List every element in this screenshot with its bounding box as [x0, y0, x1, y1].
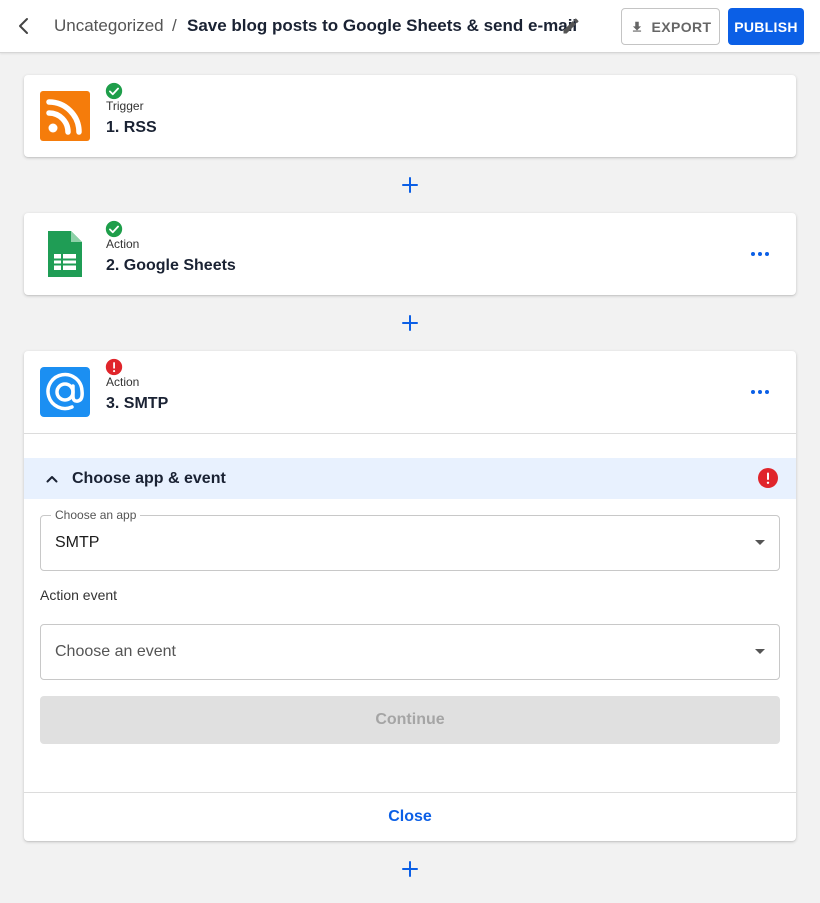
- choose-app-event-section-toggle[interactable]: Choose app & event: [24, 458, 796, 499]
- google-sheets-icon: [48, 231, 82, 277]
- step-name: 2. Google Sheets: [106, 257, 236, 274]
- more-options-icon[interactable]: [748, 244, 772, 264]
- more-options-icon[interactable]: [748, 382, 772, 402]
- section-title: Choose app & event: [72, 469, 226, 487]
- event-select[interactable]: Choose an event: [40, 624, 780, 680]
- step-header-smtp[interactable]: Action 3. SMTP: [24, 351, 796, 433]
- step-type-label: Trigger: [106, 99, 144, 113]
- step-name: 1. RSS: [106, 119, 157, 136]
- error-exclamation-icon: [758, 468, 778, 488]
- add-step-plus-icon[interactable]: [398, 857, 422, 881]
- step-card-rss[interactable]: Trigger 1. RSS: [24, 75, 796, 157]
- rss-icon: [40, 91, 90, 141]
- continue-button[interactable]: Continue: [40, 696, 780, 744]
- export-button[interactable]: EXPORT: [621, 8, 720, 45]
- divider: [24, 433, 796, 434]
- chevron-up-icon: [46, 475, 58, 482]
- breadcrumb-parent[interactable]: Uncategorized: [54, 16, 164, 36]
- breadcrumb-separator: /: [172, 16, 177, 35]
- action-event-label: Action event: [40, 587, 118, 603]
- export-label: EXPORT: [651, 18, 712, 35]
- pencil-icon[interactable]: [561, 16, 581, 36]
- download-icon: [632, 21, 641, 32]
- step-card-smtp: Action 3. SMTP Choose app & event Choose…: [24, 351, 796, 841]
- add-step-plus-icon[interactable]: [398, 311, 422, 335]
- step-name: 3. SMTP: [106, 395, 169, 412]
- event-select-placeholder: Choose an event: [55, 643, 176, 660]
- publish-button[interactable]: PUBLISH: [728, 8, 804, 45]
- step-type-label: Action: [106, 375, 140, 389]
- step-card-google-sheets[interactable]: Action 2. Google Sheets: [24, 213, 796, 295]
- back-arrow-icon[interactable]: [12, 14, 36, 38]
- dropdown-caret-icon: [755, 649, 765, 654]
- app-select-value: SMTP: [55, 534, 100, 551]
- add-step-plus-icon[interactable]: [398, 173, 422, 197]
- app-select[interactable]: Choose an app SMTP: [40, 508, 780, 571]
- step-type-label: Action: [106, 237, 140, 251]
- app-select-legend: Choose an app: [51, 508, 141, 522]
- dropdown-caret-icon: [755, 540, 765, 545]
- smtp-at-icon: [40, 367, 90, 417]
- close-button[interactable]: Close: [24, 793, 796, 841]
- flow-title: Save blog posts to Google Sheets & send …: [187, 16, 578, 35]
- top-bar: Uncategorized / Save blog posts to Googl…: [0, 0, 820, 53]
